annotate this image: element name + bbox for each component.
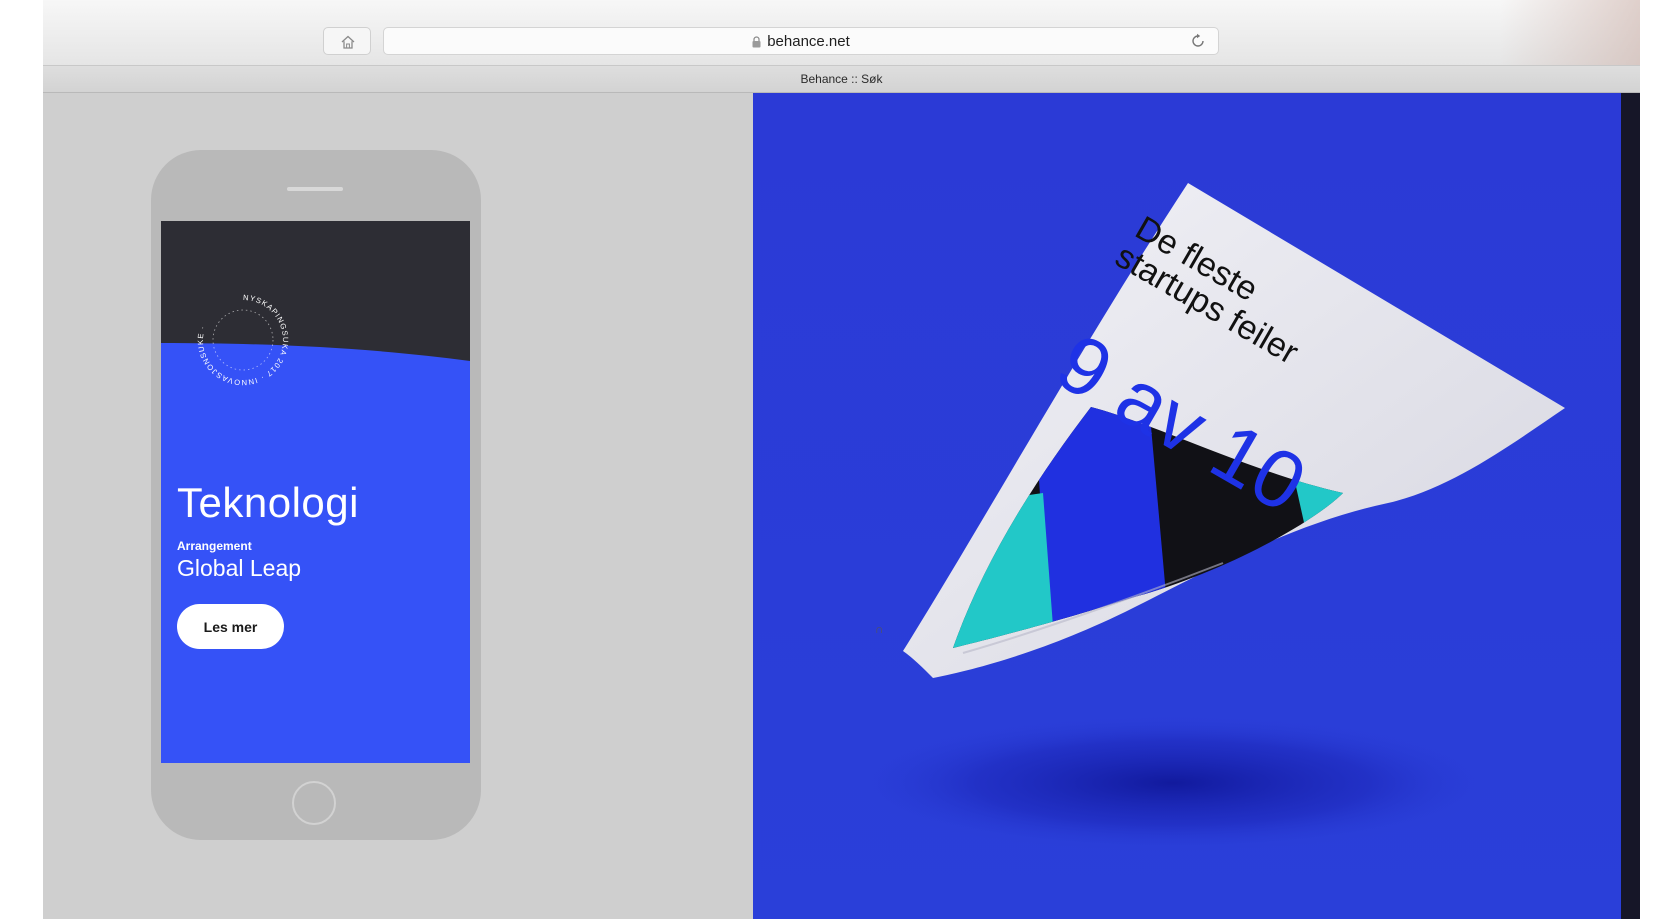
home-icon: [341, 35, 355, 49]
circular-badge: NYSKAPINGSUKA 2017 · INNOVASJONSUKE ·: [196, 293, 290, 387]
phone-home-button: [292, 781, 336, 825]
page-content: NYSKAPINGSUKA 2017 · INNOVASJONSUKE · Te…: [43, 93, 1640, 919]
reload-icon[interactable]: [1190, 33, 1206, 49]
phone-speaker: [287, 187, 343, 191]
poster-logo-mark: ∩: [875, 622, 884, 636]
phone-mockup: NYSKAPINGSUKA 2017 · INNOVASJONSUKE · Te…: [151, 150, 481, 840]
screen-subtitle: Arrangement: [177, 539, 252, 553]
phone-showcase-panel: NYSKAPINGSUKA 2017 · INNOVASJONSUKE · Te…: [43, 93, 753, 919]
address-bar[interactable]: behance.net: [383, 27, 1219, 55]
poster-showcase-panel: De fleste startups feiler 9 av 10 ∩: [753, 93, 1640, 919]
poster-artwork: De fleste startups feiler 9 av 10 ∩: [753, 93, 1640, 919]
right-edge-strip: [1621, 93, 1640, 919]
tab-bar: Behance :: Søk: [43, 65, 1640, 93]
les-mer-button[interactable]: Les mer: [177, 604, 284, 649]
screen-title: Teknologi: [177, 479, 359, 526]
tab-title[interactable]: Behance :: Søk: [43, 72, 1640, 86]
browser-toolbar: behance.net: [43, 0, 1640, 93]
screen-event-name: Global Leap: [177, 555, 302, 581]
url-text: behance.net: [767, 33, 850, 50]
phone-screen: NYSKAPINGSUKA 2017 · INNOVASJONSUKE · Te…: [161, 221, 470, 763]
lock-icon: [752, 36, 761, 48]
home-button[interactable]: [323, 27, 371, 55]
poster-shadow: [843, 713, 1503, 853]
browser-window: behance.net Behance :: Søk NYSKAPINGSUKA…: [43, 0, 1640, 919]
badge-text: NYSKAPINGSUKA 2017 · INNOVASJONSUKE ·: [196, 293, 289, 387]
svg-text:NYSKAPINGSUKA 2017 · INNOVASJO: NYSKAPINGSUKA 2017 · INNOVASJONSUKE ·: [196, 293, 290, 387]
